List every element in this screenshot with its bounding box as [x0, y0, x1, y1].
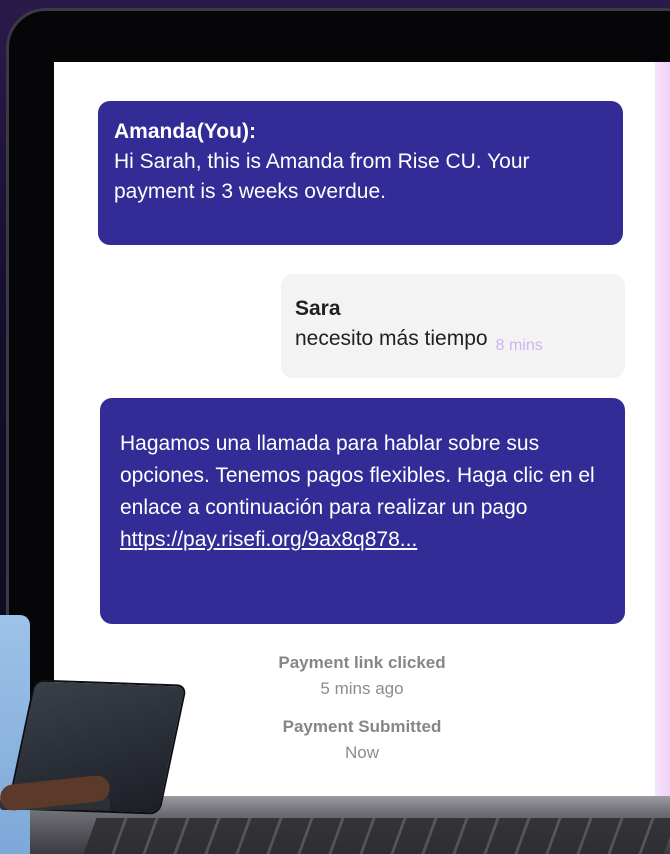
message-outgoing-2: Hagamos una llamada para hablar sobre su…: [100, 398, 625, 624]
laptop-keyboard: [83, 818, 670, 854]
photo-scene: Amanda(You): Hi Sarah, this is Amanda fr…: [0, 0, 670, 854]
event-label: Payment link clicked: [278, 653, 446, 672]
payment-link[interactable]: https://pay.risefi.org/9ax8q878...: [120, 528, 417, 551]
message-text: necesito más tiempo: [295, 327, 488, 350]
message-sender: Sara: [295, 297, 341, 320]
message-text: Hi Sarah, this is Amanda from Rise CU. Y…: [114, 150, 530, 203]
message-outgoing-1: Amanda(You): Hi Sarah, this is Amanda fr…: [98, 101, 623, 245]
message-text: Hagamos una llamada para hablar sobre su…: [120, 432, 595, 519]
message-timestamp: 8 mins: [495, 337, 543, 354]
message-sender: Amanda(You):: [114, 120, 256, 143]
message-incoming-1: Sara necesito más tiempo 8 mins: [281, 274, 625, 378]
screen-edge-highlight: [655, 62, 670, 796]
